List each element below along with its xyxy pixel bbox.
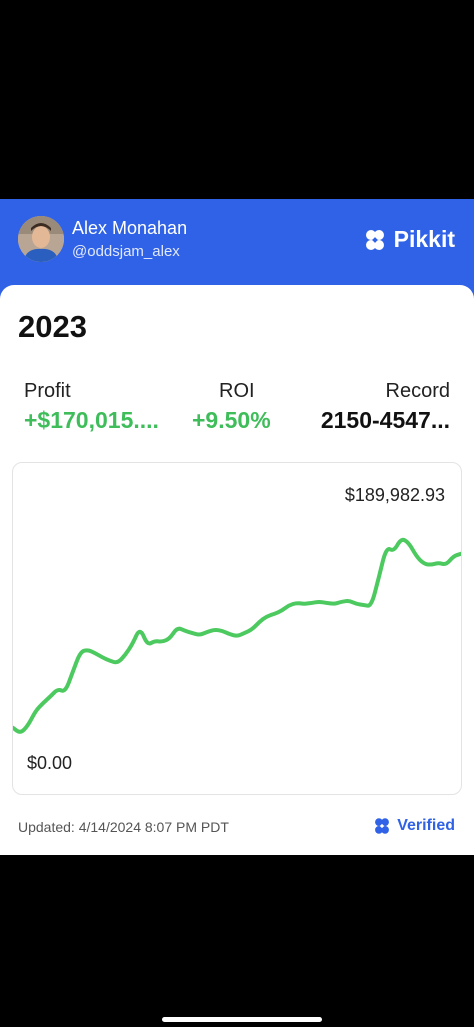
stats-card: 2023 Profit +$170,015.... ROI +9.50% Rec…: [0, 285, 474, 855]
home-indicator[interactable]: [162, 1017, 322, 1022]
profile-header: Alex Monahan @oddsjam_alex Pikkit: [0, 199, 474, 299]
pikkit-logo: Pikkit: [362, 226, 455, 253]
clover-icon: [375, 818, 390, 834]
brand-name: Pikkit: [393, 226, 455, 252]
chart-max-label: $189,982.93: [344, 485, 445, 505]
profit-chart[interactable]: $189,982.93 $0.00: [12, 462, 462, 795]
record-label: Record: [385, 380, 450, 402]
clover-icon: [365, 229, 384, 250]
avatar[interactable]: [18, 216, 64, 262]
chart-min-label: $0.00: [27, 753, 73, 773]
verified-label: Verified: [397, 817, 455, 834]
profit-line: [13, 537, 461, 734]
user-handle: @oddsjam_alex: [72, 243, 180, 260]
profit-value: +$170,015....: [24, 407, 159, 433]
profit-label: Profit: [24, 380, 71, 402]
user-name: Alex Monahan: [72, 218, 188, 238]
year-title: 2023: [18, 309, 87, 344]
roi-value: +9.50%: [192, 407, 271, 433]
profit-chart-svg: [13, 537, 461, 734]
roi-label: ROI: [219, 380, 255, 402]
record-value: 2150-4547...: [320, 407, 450, 433]
updated-timestamp: Updated: 4/14/2024 8:07 PM PDT: [18, 819, 229, 835]
verified-badge[interactable]: Verified: [372, 816, 455, 836]
